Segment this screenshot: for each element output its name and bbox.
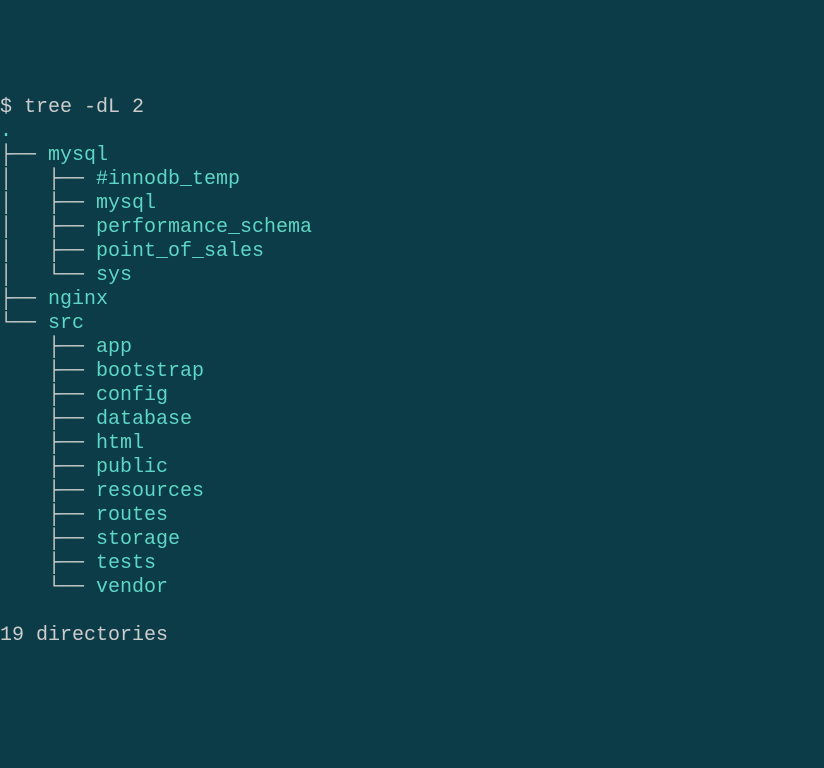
command-line[interactable]: $ tree -dL 2: [0, 96, 824, 120]
tree-prefix: ├──: [0, 144, 48, 167]
tree-output: ├── mysql│ ├── #innodb_temp│ ├── mysql│ …: [0, 144, 824, 600]
tree-prefix: │ ├──: [0, 168, 96, 191]
tree-row: ├── database: [0, 408, 824, 432]
directory-name: #innodb_temp: [96, 168, 240, 191]
summary-line: 19 directories: [0, 624, 824, 648]
prompt-symbol: $: [0, 96, 24, 119]
tree-row: │ ├── performance_schema: [0, 216, 824, 240]
tree-prefix: ├──: [0, 288, 48, 311]
directory-name: database: [96, 408, 192, 431]
directory-name: app: [96, 336, 132, 359]
tree-row: ├── bootstrap: [0, 360, 824, 384]
tree-row: ├── mysql: [0, 144, 824, 168]
tree-row: ├── nginx: [0, 288, 824, 312]
tree-row: ├── public: [0, 456, 824, 480]
directory-name: bootstrap: [96, 360, 204, 383]
tree-prefix: ├──: [0, 360, 96, 383]
tree-row: ├── config: [0, 384, 824, 408]
tree-row: ├── storage: [0, 528, 824, 552]
directory-name: config: [96, 384, 168, 407]
tree-row: ├── resources: [0, 480, 824, 504]
tree-prefix: ├──: [0, 432, 96, 455]
tree-row: ├── routes: [0, 504, 824, 528]
tree-prefix: │ └──: [0, 264, 96, 287]
directory-name: tests: [96, 552, 156, 575]
tree-row: │ ├── mysql: [0, 192, 824, 216]
directory-name: vendor: [96, 576, 168, 599]
tree-row: ├── app: [0, 336, 824, 360]
tree-row: ├── html: [0, 432, 824, 456]
directory-name: performance_schema: [96, 216, 312, 239]
tree-prefix: ├──: [0, 336, 96, 359]
directory-name: nginx: [48, 288, 108, 311]
tree-row: ├── tests: [0, 552, 824, 576]
tree-prefix: ├──: [0, 528, 96, 551]
tree-prefix: │ ├──: [0, 192, 96, 215]
tree-row: └── vendor: [0, 576, 824, 600]
tree-prefix: ├──: [0, 408, 96, 431]
directory-name: resources: [96, 480, 204, 503]
directory-name: src: [48, 312, 84, 335]
tree-prefix: ├──: [0, 456, 96, 479]
blank-line: [0, 600, 824, 624]
root-line: .: [0, 120, 824, 144]
directory-name: sys: [96, 264, 132, 287]
tree-prefix: ├──: [0, 480, 96, 503]
directory-name: routes: [96, 504, 168, 527]
directory-name: point_of_sales: [96, 240, 264, 263]
directory-name: mysql: [48, 144, 108, 167]
command-text: tree -dL 2: [24, 96, 144, 119]
tree-prefix: ├──: [0, 504, 96, 527]
tree-prefix: │ ├──: [0, 240, 96, 263]
tree-row: │ ├── #innodb_temp: [0, 168, 824, 192]
tree-prefix: │ ├──: [0, 216, 96, 239]
directory-name: public: [96, 456, 168, 479]
directory-name: storage: [96, 528, 180, 551]
tree-prefix: ├──: [0, 552, 96, 575]
tree-row: │ └── sys: [0, 264, 824, 288]
tree-prefix: └──: [0, 312, 48, 335]
tree-row: │ ├── point_of_sales: [0, 240, 824, 264]
directory-name: html: [96, 432, 144, 455]
tree-row: └── src: [0, 312, 824, 336]
root-dot: .: [0, 120, 12, 143]
tree-prefix: ├──: [0, 384, 96, 407]
directory-name: mysql: [96, 192, 156, 215]
tree-prefix: └──: [0, 576, 96, 599]
